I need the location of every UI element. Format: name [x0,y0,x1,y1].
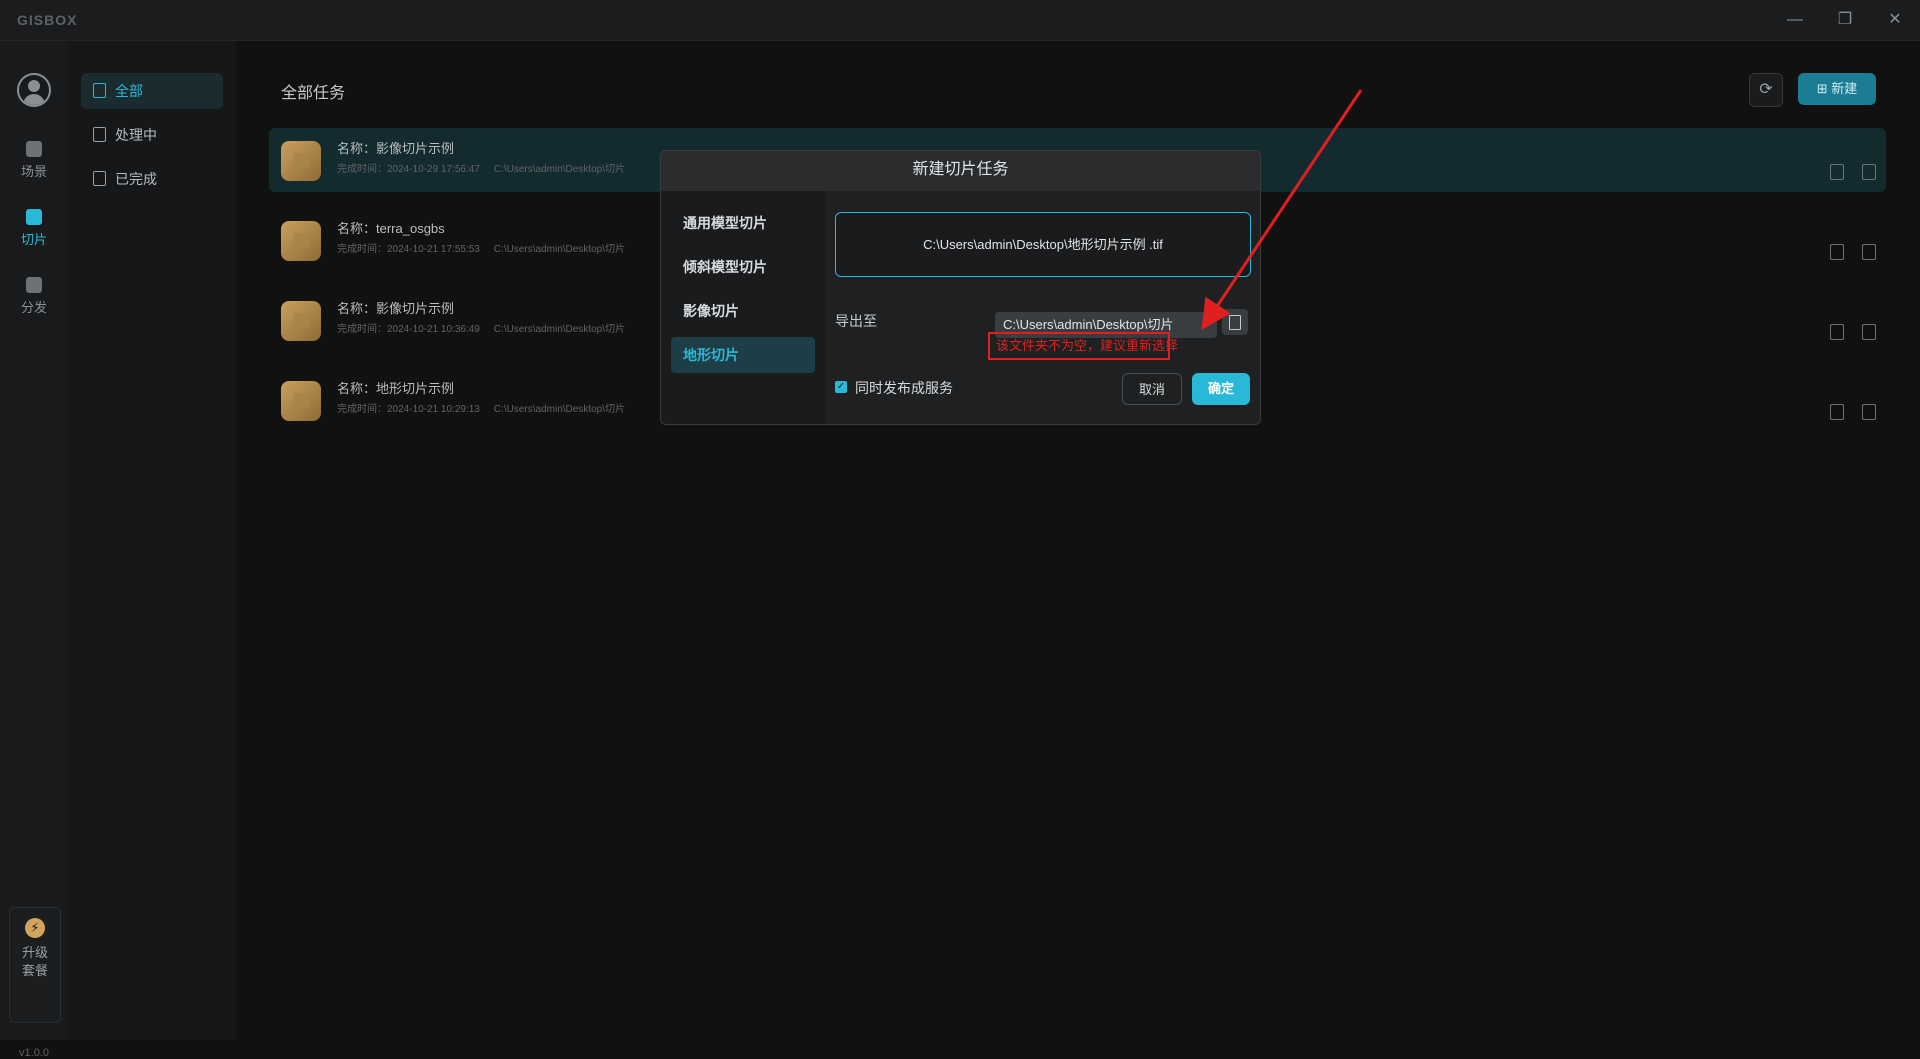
subnav-label: 已完成 [115,171,157,187]
file-icon[interactable] [1830,164,1844,180]
slice-icon [26,209,42,225]
upgrade-plan-button[interactable]: ⚡ 升级 套餐 [9,907,61,1023]
error-message: 该文件夹不为空，建议重新选择 [988,332,1178,360]
page-title: 全部任务 [281,85,346,102]
task-time: 完成时间：2024-10-21 10:29:13 [337,404,480,415]
trash-icon[interactable] [1862,164,1876,180]
publish-service-checkbox[interactable]: ✓ [835,381,847,393]
task-name: 名称：terra_osgbs [337,221,445,236]
new-slice-task-dialog: 新建切片任务 通用模型切片 倾斜模型切片 影像切片 地形切片 C:\Users\… [660,150,1261,425]
export-label: 导出至 [835,313,877,329]
task-time: 完成时间：2024-10-29 17:56:47 [337,164,480,175]
new-task-button[interactable]: ⊞ 新建 [1798,73,1876,105]
task-name: 名称：影像切片示例 [337,141,455,156]
subnav-label: 全部 [115,83,143,99]
type-terrain[interactable]: 地形切片 [671,337,815,373]
slice-type-list: 通用模型切片 倾斜模型切片 影像切片 地形切片 [661,191,825,424]
avatar[interactable] [17,73,51,107]
trash-icon[interactable] [1862,244,1876,260]
task-thumbnail [281,301,321,341]
rail-item-distribute[interactable]: 分发 [0,277,68,316]
task-path: C:\Users\admin\Desktop\切片 [493,244,626,255]
confirm-button[interactable]: 确定 [1192,373,1250,405]
publish-service-label: 同时发布成服务 [855,380,953,396]
minimize-button[interactable]: — [1782,8,1808,32]
rail-item-label: 场景 [20,164,47,179]
restore-button[interactable]: ❐ [1832,8,1858,32]
rail-item-scene[interactable]: 场景 [0,141,68,180]
rail-item-label: 分发 [20,300,47,315]
file-icon[interactable] [1830,244,1844,260]
close-button[interactable]: ✕ [1882,8,1908,32]
cancel-button[interactable]: 取消 [1122,373,1182,405]
document-icon [93,83,106,98]
browse-folder-button[interactable] [1222,309,1248,335]
dialog-title: 新建切片任务 [661,151,1260,191]
task-filter-nav: 全部 处理中 已完成 [68,41,236,1040]
app-logo: GISBOX [17,12,78,28]
subnav-item-processing[interactable]: 处理中 [81,117,223,153]
task-time: 完成时间：2024-10-21 10:36:49 [337,324,480,335]
task-path: C:\Users\admin\Desktop\切片 [493,324,626,335]
task-thumbnail [281,221,321,261]
source-file-dropzone[interactable]: C:\Users\admin\Desktop\地形切片示例 .tif [835,212,1251,277]
left-rail: 场景 切片 分发 ⚡ 升级 套餐 v1.0.0 [0,41,68,1059]
subnav-item-completed[interactable]: 已完成 [81,161,223,197]
subnav-label: 处理中 [115,127,157,143]
task-thumbnail [281,141,321,181]
subnav-item-all[interactable]: 全部 [81,73,223,109]
document-icon [93,127,106,142]
bolt-icon: ⚡ [25,918,45,938]
task-time: 完成时间：2024-10-21 17:55:53 [337,244,480,255]
task-path: C:\Users\admin\Desktop\切片 [493,404,626,415]
rail-item-slice[interactable]: 切片 [0,209,68,248]
task-name: 名称：地形切片示例 [337,381,455,396]
refresh-button[interactable]: ⟳ [1749,73,1783,107]
upgrade-label-line1: 升级 [21,945,48,960]
distribute-icon [26,277,42,293]
trash-icon[interactable] [1862,404,1876,420]
upgrade-label-line2: 套餐 [21,963,48,978]
task-name: 名称：影像切片示例 [337,301,455,316]
type-imagery[interactable]: 影像切片 [671,293,815,329]
type-oblique-model[interactable]: 倾斜模型切片 [671,249,815,285]
task-path: C:\Users\admin\Desktop\切片 [493,164,626,175]
task-meta: 完成时间：2024-10-21 17:55:53 C:\Users\admin\D… [337,240,625,255]
rail-item-label: 切片 [20,232,47,247]
trash-icon[interactable] [1862,324,1876,340]
file-icon[interactable] [1830,324,1844,340]
document-check-icon [93,171,106,186]
home-icon [26,141,42,157]
title-bar: GISBOX — ❐ ✕ [0,0,1920,41]
file-icon[interactable] [1830,404,1844,420]
type-general-model[interactable]: 通用模型切片 [671,205,815,241]
task-meta: 完成时间：2024-10-29 17:56:47 C:\Users\admin\D… [337,160,625,175]
task-thumbnail [281,381,321,421]
task-meta: 完成时间：2024-10-21 10:29:13 C:\Users\admin\D… [337,400,625,415]
task-meta: 完成时间：2024-10-21 10:36:49 C:\Users\admin\D… [337,320,625,335]
version-label: v1.0.0 [19,1047,49,1059]
